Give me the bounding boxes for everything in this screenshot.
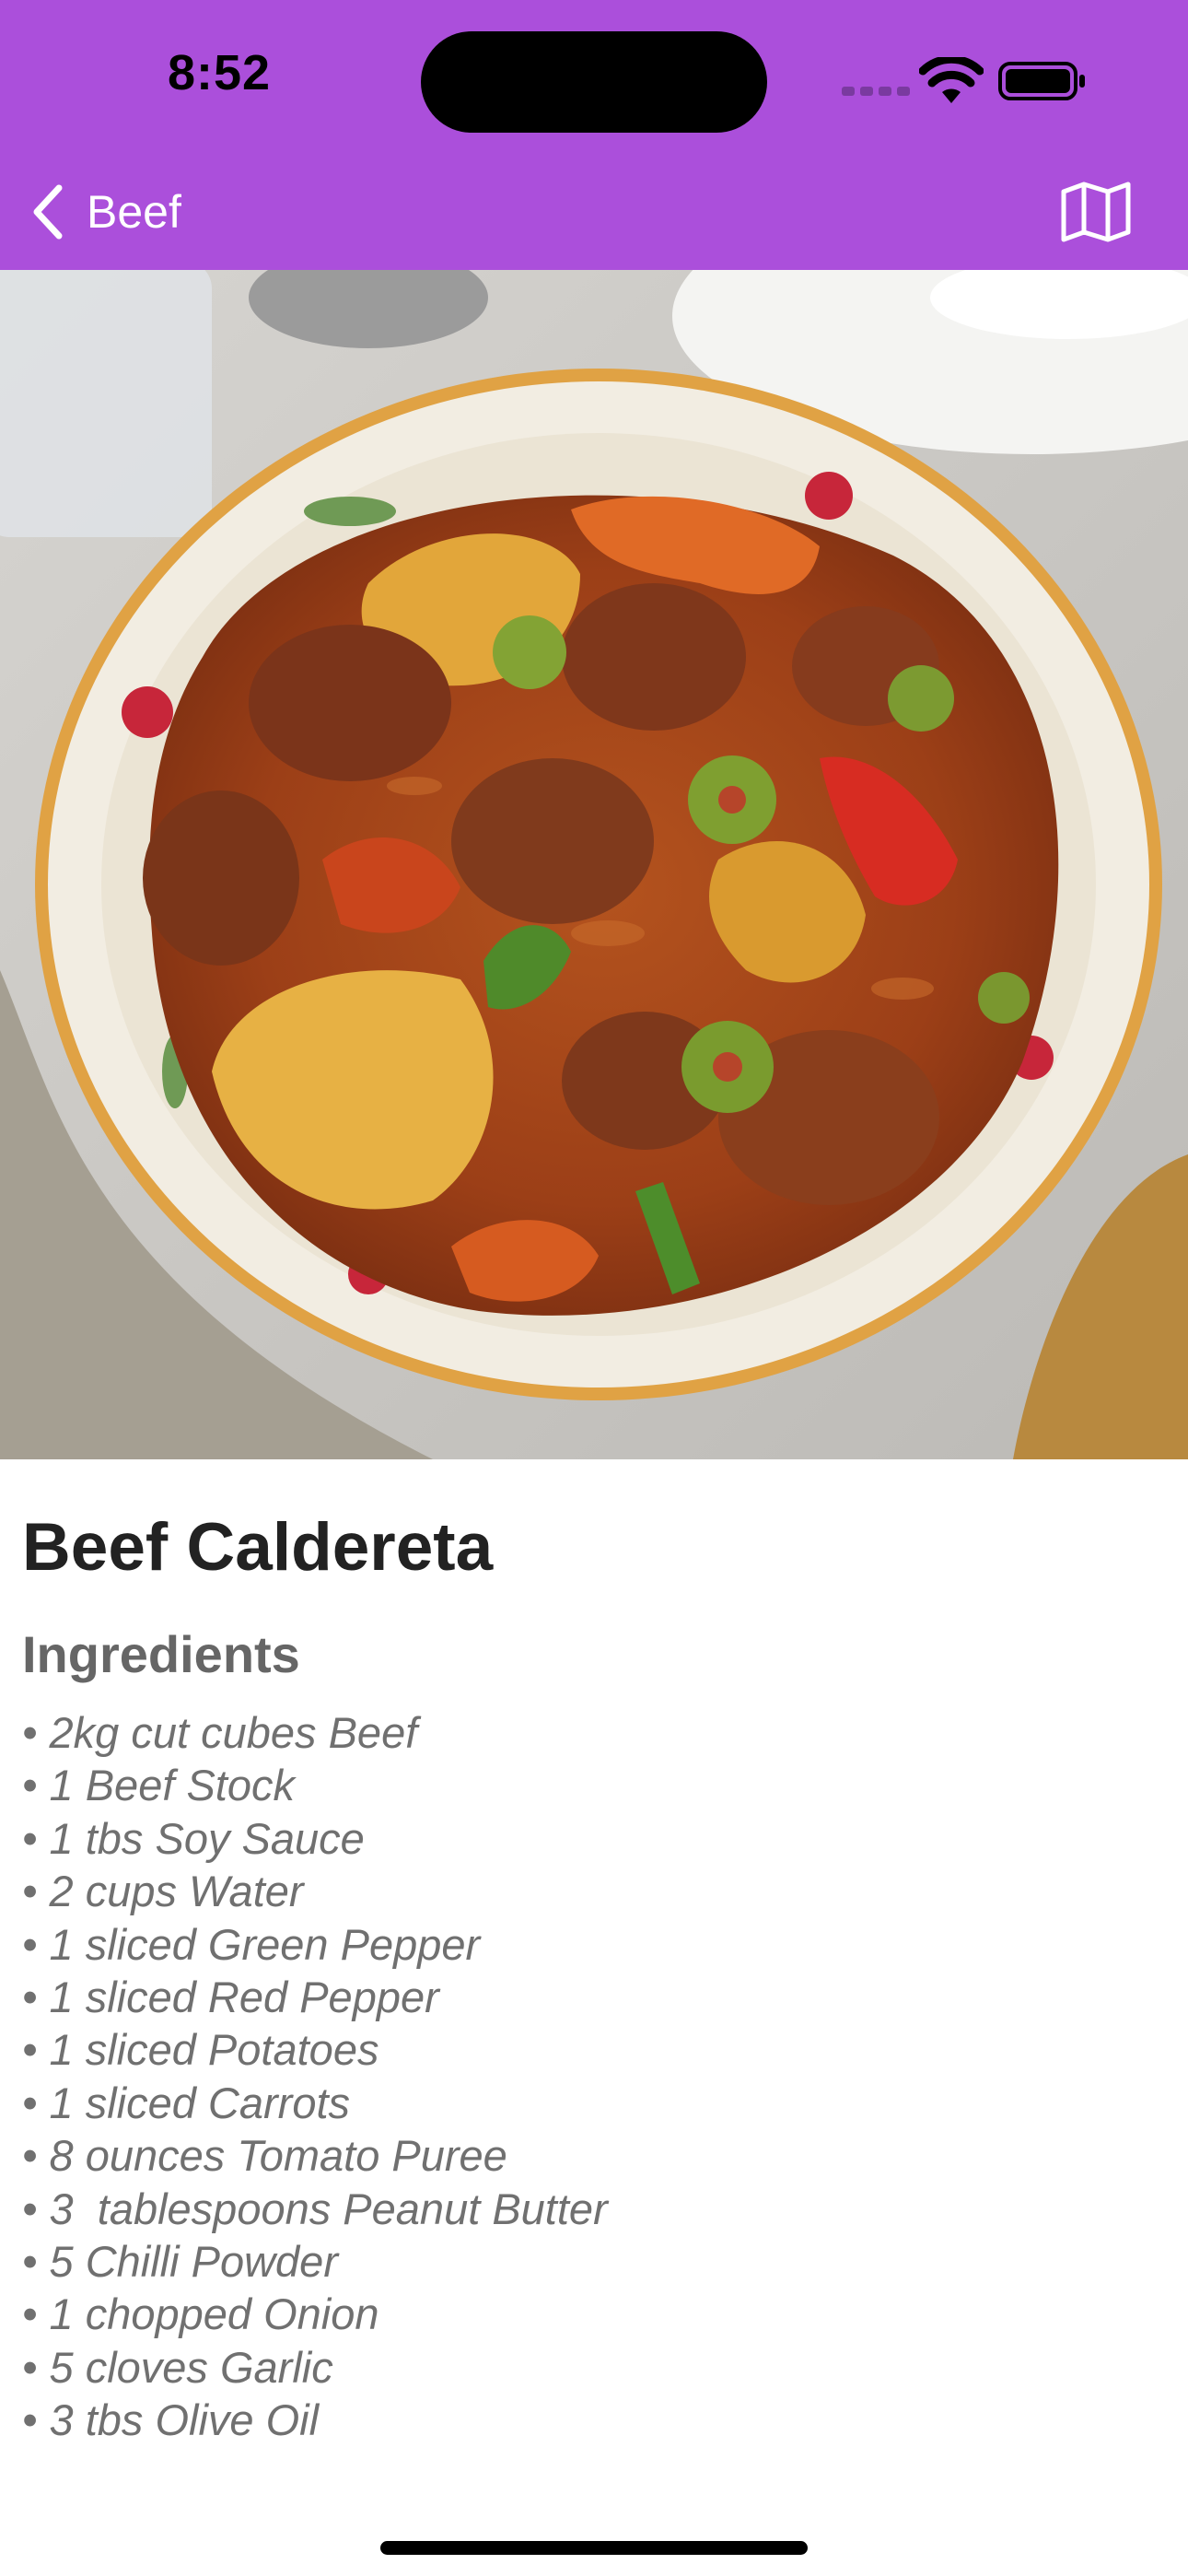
ingredient-item: • 2 cups Water xyxy=(22,1867,304,1916)
ingredient-item: • 3 tbs Olive Oil xyxy=(22,2395,320,2445)
ingredient-item: • 1 sliced Carrots xyxy=(22,2078,351,2127)
dynamic-island xyxy=(421,31,767,133)
ingredient-item: • 1 sliced Green Pepper xyxy=(22,1919,481,1969)
ingredient-item: • 1 chopped Onion xyxy=(22,2289,379,2339)
recipe-details: Beef Caldereta Ingredients • 2kg cut cub… xyxy=(22,1502,1164,2447)
ingredient-item: • 5 Chilli Powder xyxy=(22,2237,338,2287)
ingredient-item: • 5 cloves Garlic xyxy=(22,2342,333,2392)
navigation-bar: 8:52 Beef xyxy=(0,0,1188,270)
ingredient-item: • 1 sliced Potatoes xyxy=(22,2025,379,2075)
ingredient-item: • 8 ounces Tomato Puree xyxy=(22,2131,507,2181)
ingredients-list: • 2kg cut cubes Beef • 1 Beef Stock • 1 … xyxy=(22,1706,1164,2447)
back-button[interactable]: Beef xyxy=(28,175,181,249)
status-time: 8:52 xyxy=(168,45,272,100)
map-icon[interactable] xyxy=(1059,181,1133,243)
recipe-title: Beef Caldereta xyxy=(22,1510,494,1585)
battery-icon xyxy=(998,62,1085,100)
ingredients-heading: Ingredients xyxy=(22,1625,300,1683)
ingredient-item: • 1 sliced Red Pepper xyxy=(22,1973,439,2022)
ingredient-item: • 1 Beef Stock xyxy=(22,1761,295,1810)
wifi-icon xyxy=(919,57,984,103)
home-indicator[interactable] xyxy=(380,2541,808,2555)
food-photo xyxy=(0,270,1188,1459)
cellular-signal-icon xyxy=(842,87,910,96)
chevron-left-icon xyxy=(33,184,63,240)
recipe-hero-image xyxy=(0,270,1188,1459)
ingredient-item: • 2kg cut cubes Beef xyxy=(22,1708,418,1757)
ingredient-item: • 3 tablespoons Peanut Butter xyxy=(22,2184,608,2233)
ingredient-item: • 1 tbs Soy Sauce xyxy=(22,1813,365,1863)
back-button-label: Beef xyxy=(87,186,181,238)
